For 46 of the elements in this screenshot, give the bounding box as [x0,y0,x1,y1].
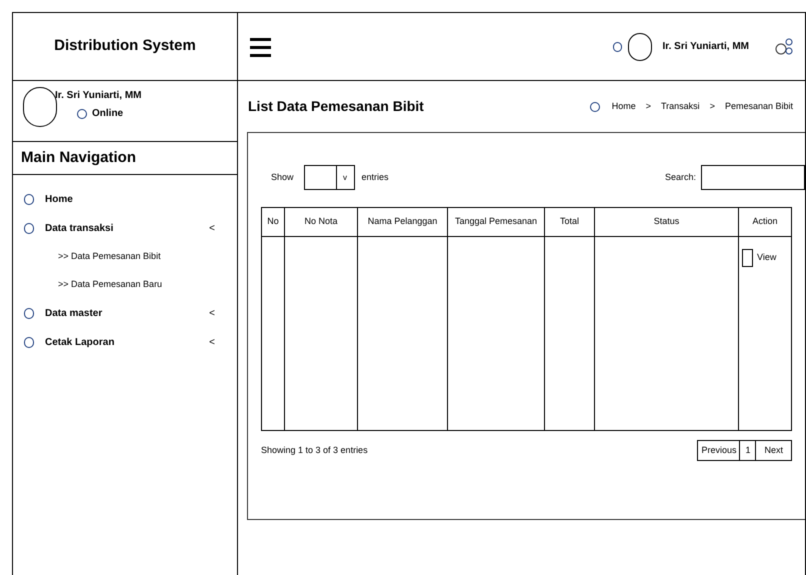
chevron-icon: < [209,306,215,321]
avatar-icon [23,87,57,127]
entries-dropdown[interactable]: v [304,165,355,190]
view-button[interactable]: View [742,249,791,267]
column-header: No Nota [285,208,358,236]
home-icon [590,102,600,112]
show-label: Show [271,170,294,184]
nav-item[interactable]: Home [13,185,237,214]
search-field[interactable] [701,165,805,190]
page-button[interactable]: 1 [740,441,756,460]
page-title: List Data Pemesanan Bibit [248,97,424,116]
nav-title: Main Navigation [21,148,136,168]
dropdown-caret: v [342,172,348,184]
brand-title: Distribution System [54,36,196,56]
column-header: No [262,208,285,236]
column-header: Tanggal Pemesanan [448,208,545,236]
breadcrumb-link[interactable]: Home [612,100,636,114]
breadcrumb-link[interactable]: Pemesanan Bibit [724,100,793,114]
search-label: Search: [664,170,696,184]
column-header: Nama Pelanggan [358,208,448,236]
previous-button[interactable]: Previous [698,441,740,460]
nav-subitem[interactable]: >> Data Pemesanan Baru [13,271,237,299]
nav-item[interactable]: Data transaksi < [13,214,237,243]
avatar-icon [628,32,652,60]
next-button[interactable]: Next [756,441,791,460]
status-icon [77,108,87,118]
column-header: Total [545,208,595,236]
user-name: Ir. Sri Yuniarti, MM [55,89,142,103]
checkbox-icon [742,249,753,267]
column-header: Action [751,215,778,228]
breadcrumb-separator: > [646,100,651,113]
breadcrumb-link[interactable]: Transaksi [661,100,700,114]
settings-icon[interactable] [775,38,793,56]
user-status: Online [92,107,124,121]
entries-label: entries [362,170,389,184]
breadcrumb-separator: > [710,100,715,113]
entries-info: Showing 1 to 3 of 3 entries [261,444,368,457]
nav-item[interactable]: Data master < [13,299,237,328]
nav-subitem[interactable]: >> Data Pemesanan Bibit [13,243,237,271]
user-name[interactable]: Ir. Sri Yuniarti, MM [662,39,749,54]
chevron-icon: < [209,335,215,350]
column-header: Status [595,208,739,236]
nav-item[interactable]: Cetak Laporan < [13,328,237,357]
menu-icon[interactable] [250,36,271,58]
chevron-icon: < [209,221,215,236]
notification-icon[interactable] [613,42,622,52]
